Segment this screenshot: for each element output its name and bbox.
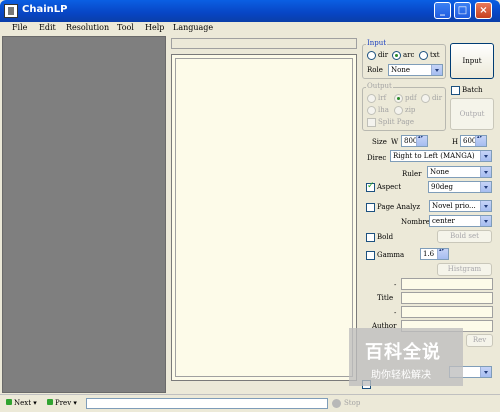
size-h-label: H xyxy=(452,138,459,146)
gamma-checkbox[interactable] xyxy=(366,251,375,260)
radio-dir-label: dir xyxy=(378,51,389,59)
stop-icon xyxy=(332,399,341,408)
preview-header xyxy=(171,38,357,49)
size-label: Size xyxy=(372,138,387,146)
height-spinner[interactable]: 600 xyxy=(460,135,487,147)
role-label: Role xyxy=(367,66,383,74)
rev-button[interactable]: Rev xyxy=(466,334,493,347)
menu-edit[interactable]: Edit xyxy=(39,23,56,32)
menu-language[interactable]: Language xyxy=(173,23,213,32)
ruler-select[interactable]: None xyxy=(427,166,492,178)
aspect-label: Aspect xyxy=(377,183,402,191)
radio-arc-label: arc xyxy=(403,51,415,59)
page-analyz-checkbox[interactable] xyxy=(366,203,375,212)
maximize-button[interactable]: □ xyxy=(454,2,471,19)
radio-lha-label: lha xyxy=(378,106,389,114)
radio-arc[interactable] xyxy=(392,51,401,60)
input-button[interactable]: Input xyxy=(450,43,494,79)
next-button[interactable]: Next ▾ xyxy=(6,398,37,409)
prev-arrow-icon xyxy=(47,399,53,405)
split-page-checkbox[interactable] xyxy=(367,118,376,127)
title-field[interactable] xyxy=(401,292,493,304)
watermark-text: 百科全说 xyxy=(365,342,441,363)
next-arrow-icon xyxy=(6,399,12,405)
watermark-subtext: 助你轻松解决 xyxy=(371,370,431,381)
app-icon xyxy=(4,4,18,18)
bold-label: Bold xyxy=(377,233,394,241)
watermark-logo: 百科全说 助你轻松解决 xyxy=(349,328,463,386)
role-select[interactable]: None xyxy=(388,64,443,76)
nombre-label: Nombre xyxy=(401,218,430,226)
minimize-button[interactable]: _ xyxy=(434,2,451,19)
title-bar: ChainLP _ □ × xyxy=(0,0,500,22)
spinner-arrows-icon xyxy=(475,136,486,146)
radio-pdf[interactable] xyxy=(394,94,403,103)
page-analyz-select[interactable]: Novel prio... xyxy=(429,200,492,212)
output-button[interactable]: Output xyxy=(450,98,494,130)
menu-resolution[interactable]: Resolution xyxy=(66,23,109,32)
menu-bar: File Edit Resolution Tool Help Language xyxy=(0,22,500,36)
radio-lha[interactable] xyxy=(367,106,376,115)
preview-page xyxy=(175,58,353,377)
preview-panel xyxy=(171,54,357,381)
gamma-spinner[interactable]: 1.6 xyxy=(420,248,449,260)
aspect-select[interactable]: 90deg xyxy=(428,181,492,193)
radio-zip-label: zip xyxy=(405,106,416,114)
radio-pdf-label: pdf xyxy=(405,94,417,102)
close-button[interactable]: × xyxy=(475,2,492,19)
chevron-down-icon xyxy=(431,65,442,75)
radio-txt-label: txt xyxy=(430,51,440,59)
menu-tool[interactable]: Tool xyxy=(117,23,134,32)
page-analyz-label: Page Analyz xyxy=(377,203,421,211)
radio-lrf-label: lrf xyxy=(378,94,387,102)
bold-checkbox[interactable] xyxy=(366,233,375,242)
size-w-label: W xyxy=(391,138,399,146)
author-dash: - xyxy=(394,309,397,317)
spinner-arrows-icon xyxy=(416,136,427,146)
radio-zip[interactable] xyxy=(394,106,403,115)
output-group-legend: Output xyxy=(366,82,393,90)
author-reading-field[interactable] xyxy=(401,306,493,318)
gamma-label: Gamma xyxy=(377,251,405,259)
title-label: Title xyxy=(377,294,394,302)
spinner-arrows-icon xyxy=(437,249,448,259)
prev-button[interactable]: Prev ▾ xyxy=(47,398,77,409)
batch-label: Batch xyxy=(462,86,483,94)
chevron-down-icon xyxy=(480,367,491,377)
histgram-button[interactable]: Histgram xyxy=(437,263,492,276)
next-label: Next xyxy=(14,399,32,407)
stop-button[interactable]: Stop xyxy=(344,398,360,409)
nombre-select[interactable]: center xyxy=(429,215,492,227)
title-dash: - xyxy=(394,281,397,289)
chevron-down-icon xyxy=(480,182,491,192)
window-title: ChainLP xyxy=(22,4,68,15)
direc-label: Direc xyxy=(367,154,387,162)
direction-select[interactable]: Right to Left (MANGA) xyxy=(390,150,492,162)
ruler-label: Ruler xyxy=(402,170,422,178)
path-field[interactable] xyxy=(86,398,328,409)
chevron-down-icon xyxy=(480,201,491,211)
radio-dir[interactable] xyxy=(367,51,376,60)
split-page-label: Split Page xyxy=(378,118,414,126)
chevron-down-icon xyxy=(480,167,491,177)
radio-dir-out-label: dir xyxy=(432,94,443,102)
chevron-down-icon xyxy=(480,151,491,161)
title-reading-field[interactable] xyxy=(401,278,493,290)
chevron-down-icon xyxy=(480,216,491,226)
prev-label: Prev xyxy=(55,399,72,407)
menu-help[interactable]: Help xyxy=(145,23,164,32)
batch-checkbox[interactable] xyxy=(451,86,460,95)
radio-dir-out[interactable] xyxy=(421,94,430,103)
status-bar: Next ▾ Prev ▾ Stop xyxy=(0,394,500,412)
input-group-legend: Input xyxy=(366,39,388,47)
radio-lrf[interactable] xyxy=(367,94,376,103)
bold-set-button[interactable]: Bold set xyxy=(437,230,492,243)
radio-txt[interactable] xyxy=(419,51,428,60)
aspect-checkbox[interactable] xyxy=(366,181,375,192)
menu-file[interactable]: File xyxy=(12,23,27,32)
file-list-panel[interactable] xyxy=(2,36,166,393)
width-spinner[interactable]: 800 xyxy=(401,135,428,147)
